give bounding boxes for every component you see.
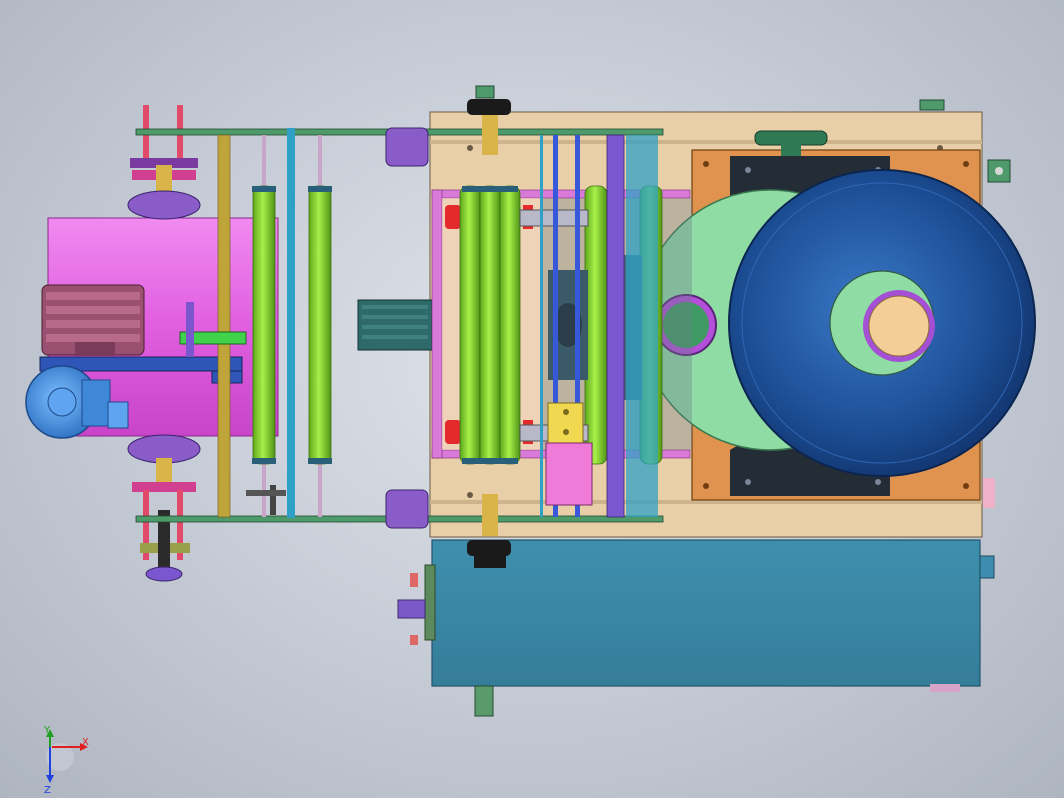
violet-guide-bar: [606, 134, 658, 518]
machine-assembly-drawing: X Y Z: [25, 85, 1036, 796]
cad-viewport[interactable]: X Y Z: [0, 0, 1064, 798]
triad-y-label: Y: [43, 725, 51, 736]
hopper-bowl: [728, 169, 1036, 477]
left-adjust-assembly-bottom: [127, 434, 201, 582]
center-gearbox: [357, 299, 433, 351]
left-adjust-assembly-top: [127, 105, 201, 220]
triad-x-label: X: [82, 737, 89, 748]
coordinate-triad-icon: X Y Z: [43, 725, 89, 796]
triad-z-label: Z: [44, 785, 51, 796]
